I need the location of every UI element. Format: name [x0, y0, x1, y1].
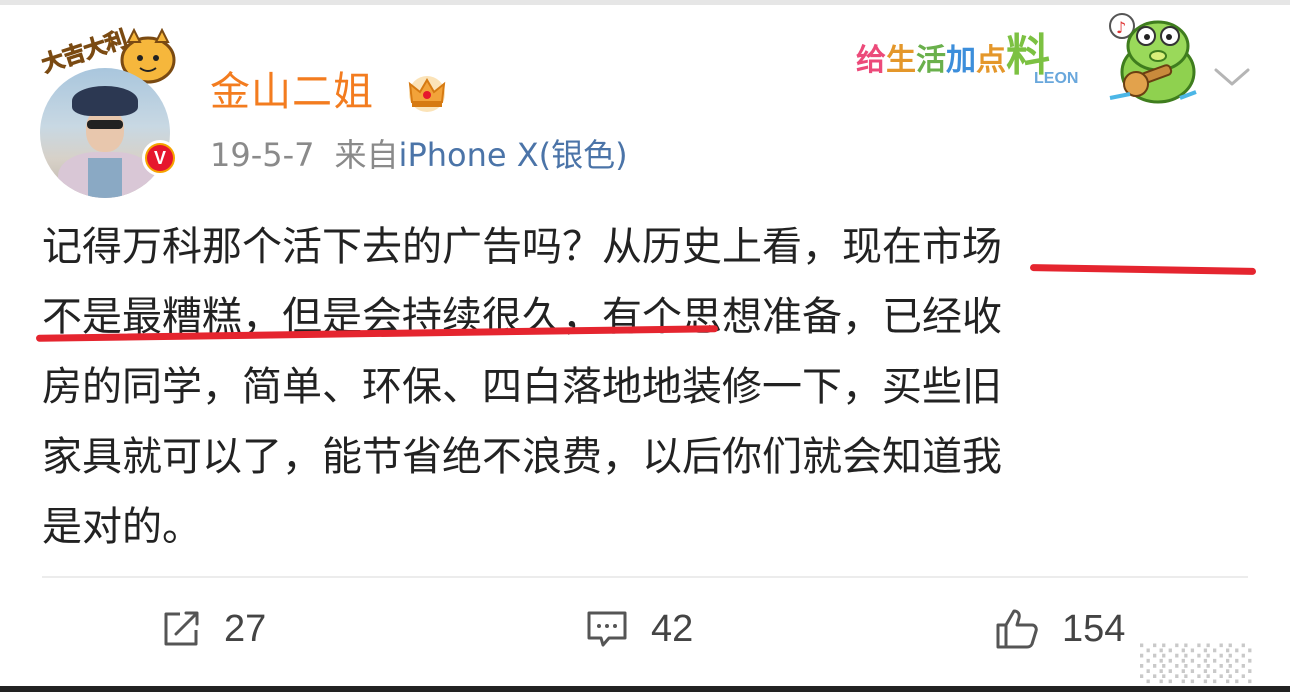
comment-button[interactable]: 42: [585, 604, 693, 654]
avatar-container[interactable]: 大吉大利 V: [39, 26, 180, 198]
content-text: 房的同学，简单、环保、四白落地地装修一下，买些旧: [42, 364, 1002, 410]
bottom-border: [0, 686, 1290, 692]
post-date: 19-5-7: [210, 136, 315, 174]
divider: [42, 576, 1248, 578]
post-content: 记得万科那个活下去的广告吗？从历史上看，现在市场 不是最糟糕，但是会持续很久，有…: [35, 212, 1257, 562]
like-count: 154: [1062, 607, 1126, 650]
sticker-text: 给生活加点料: [856, 30, 1050, 81]
thumbs-up-icon: [996, 609, 1038, 649]
avatar: [40, 68, 170, 198]
username[interactable]: 金山二姐: [210, 68, 374, 116]
like-button[interactable]: 154: [994, 604, 1125, 654]
top-border: [0, 0, 1290, 5]
comment-count: 42: [651, 607, 694, 650]
watermark: ░░░░░: [1140, 644, 1255, 684]
crown-icon: [408, 76, 446, 112]
frog-guitar-icon: ♪: [1109, 13, 1197, 104]
content-line-4: 家具就可以了，能节省绝不浪费，以后你们就会知道我: [42, 422, 1257, 492]
repost-icon: [164, 611, 199, 646]
verified-badge-text: V: [147, 145, 173, 171]
post-meta: 19-5-7 来自iPhone X(银色): [210, 134, 628, 176]
content-line-2: 不是最糟糕，但是会持续很久，有个思想准备，已经收: [35, 282, 1257, 352]
repost-button[interactable]: 27: [160, 604, 266, 654]
source-prefix: 来自: [334, 136, 399, 174]
chevron-down-icon[interactable]: [1212, 62, 1252, 92]
content-line-3: 房的同学，简单、环保、四白落地地装修一下，买些旧: [42, 352, 1257, 422]
content-line-5: 是对的。: [42, 492, 1257, 562]
content-text: 是对的。: [42, 504, 202, 550]
content-text: 记得万科那个活下去的广告吗？从历史上看，: [42, 224, 842, 270]
source-device-link[interactable]: iPhone X(银色): [399, 136, 628, 174]
sticker-brand: LEON: [1034, 70, 1079, 87]
content-text: 有个思想准备，已经收: [602, 294, 1002, 340]
svg-text:♪: ♪: [1116, 18, 1126, 37]
red-underline: [1029, 264, 1257, 275]
repost-count: 27: [224, 607, 267, 650]
highlighted-text: 现在市场: [842, 224, 1002, 270]
comment-icon: [587, 611, 627, 647]
content-text: 家具就可以了，能节省绝不浪费，以后你们就会知道我: [42, 434, 1002, 480]
verified-badge-icon: V: [142, 140, 178, 176]
content-line-1: 记得万科那个活下去的广告吗？从历史上看，现在市场: [42, 212, 1257, 282]
header-sticker: 给生活加点料 LEON ♪: [852, 6, 1202, 106]
